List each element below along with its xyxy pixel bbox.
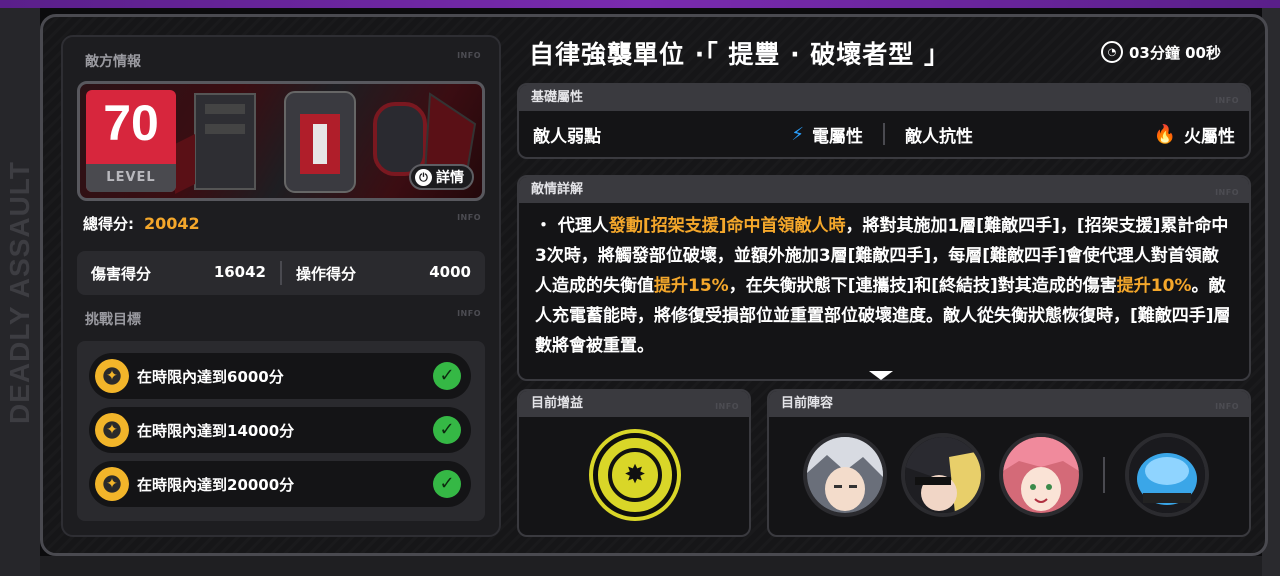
weakness-value: ⚡ 電屬性 <box>791 122 863 147</box>
info-tag: INFO <box>1215 402 1239 411</box>
info-tag: INFO <box>1215 188 1239 197</box>
detail-button[interactable]: ⏻ 詳情 <box>409 164 474 190</box>
fire-icon: 🔥 <box>1153 123 1176 145</box>
resist-label: 敵人抗性 <box>905 126 973 147</box>
details-card[interactable]: 敵情詳解 INFO ・ 代理人發動[招架支援]命中首領敵人時，將對其施加1層[難… <box>517 175 1251 381</box>
bangboo-avatar[interactable] <box>1125 433 1209 517</box>
total-score-value: 20042 <box>144 214 200 233</box>
goal-item: ✦ 在時限內達到20000分 ✓ <box>89 461 471 507</box>
damage-score-label: 傷害得分 <box>91 264 152 283</box>
details-highlight: 提升15% <box>654 276 729 296</box>
resist-text: 火屬性 <box>1184 126 1235 147</box>
electric-icon: ⚡ <box>791 123 804 145</box>
operation-score: 操作得分 4000 <box>282 263 485 284</box>
enemy-info-panel: 敵方情報 INFO 70 LEVEL ⏻ 詳情 INFO 總得分: 20042 … <box>61 35 501 537</box>
buff-emblem-icon[interactable]: ✸ <box>593 433 677 517</box>
details-title: 敵情詳解 <box>531 182 584 197</box>
goal-item: ✦ 在時限內達到6000分 ✓ <box>89 353 471 399</box>
buff-title: 目前增益 <box>531 396 584 411</box>
goal-medal-icon: ✦ <box>95 467 129 501</box>
check-icon: ✓ <box>433 470 461 498</box>
main-frame: 敵方情報 INFO 70 LEVEL ⏻ 詳情 INFO 總得分: 20042 … <box>40 14 1268 556</box>
operation-score-value: 4000 <box>429 262 471 281</box>
challenge-goals: ✦ 在時限內達到6000分 ✓ ✦ 在時限內達到14000分 ✓ ✦ 在時限內達… <box>77 341 485 521</box>
weakness-text: 電屬性 <box>812 126 863 147</box>
enemy-portrait[interactable]: 70 LEVEL ⏻ 詳情 <box>77 81 485 201</box>
clock-icon: ◔ <box>1101 41 1123 63</box>
score-breakdown: 傷害得分 16042 操作得分 4000 <box>77 251 485 295</box>
expand-arrow-icon[interactable] <box>869 371 893 380</box>
info-tag: INFO <box>715 402 739 411</box>
timer-text: 03分鐘 00秒 <box>1129 43 1221 62</box>
attributes-title: 基礎屬性 <box>531 90 584 105</box>
resist-value: 🔥 火屬性 <box>1154 122 1235 147</box>
enemy-info-title: 敵方情報 <box>85 54 141 70</box>
details-highlight: 提升10% <box>1116 276 1192 296</box>
attributes-row: 敵人弱點 ⚡ 電屬性 敵人抗性 🔥 火屬性 <box>519 111 1249 157</box>
buff-card: 目前增益 INFO ✸ <box>517 389 751 537</box>
info-tag: INFO <box>457 51 481 60</box>
agent-avatar[interactable] <box>803 433 887 517</box>
agent-avatar[interactable] <box>901 433 985 517</box>
level-number: 70 <box>103 95 159 151</box>
weakness-label: 敵人弱點 <box>533 126 601 147</box>
buff-header: 目前增益 INFO <box>519 391 749 417</box>
operation-score-label: 操作得分 <box>296 264 357 283</box>
resistance: 敵人抗性 🔥 火屬性 <box>905 122 1235 147</box>
team-card: 目前陣容 INFO <box>767 389 1251 537</box>
info-tag: INFO <box>457 213 481 222</box>
damage-score-value: 16042 <box>213 262 266 281</box>
details-segment: ，在失衡狀態下[連攜技]和[終結技]對其造成的傷害 <box>728 276 1117 296</box>
total-score: 總得分: 20042 <box>83 213 200 234</box>
details-segment: ・ 代理人 <box>535 216 609 236</box>
timer: ◔ 03分鐘 00秒 <box>1101 41 1221 63</box>
boss-title: 自律強襲單位 ·「 提豐 · 破壞者型 」 <box>529 40 951 69</box>
info-tag: INFO <box>1215 96 1239 105</box>
weakness: 敵人弱點 ⚡ 電屬性 <box>533 122 863 147</box>
goal-text: 在時限內達到14000分 <box>137 421 295 440</box>
challenge-title: 挑戰目標 <box>85 312 141 328</box>
level-label: LEVEL <box>86 164 176 192</box>
detail-button-label: 詳情 <box>436 170 464 186</box>
goal-medal-icon: ✦ <box>95 359 129 393</box>
team-title: 目前陣容 <box>781 396 834 411</box>
team-header: 目前陣容 INFO <box>769 391 1249 417</box>
details-text: ・ 代理人發動[招架支援]命中首領敵人時，將對其施加1層[難敵四手]，[招架支援… <box>519 203 1249 361</box>
level-badge: 70 LEVEL <box>86 90 176 192</box>
agent-avatar[interactable] <box>999 433 1083 517</box>
avatar-art <box>1003 437 1079 513</box>
buff-symbol-icon: ✸ <box>608 448 662 502</box>
side-banner-text: DEADLY ASSAULT <box>4 161 35 425</box>
total-score-label: 總得分: <box>83 215 134 233</box>
details-header: 敵情詳解 INFO <box>519 177 1249 203</box>
bottom-strip <box>40 556 1262 576</box>
attributes-header: 基礎屬性 INFO <box>519 85 1249 111</box>
damage-score: 傷害得分 16042 <box>77 263 280 284</box>
info-tag: INFO <box>457 309 481 318</box>
avatar-art <box>1129 437 1205 513</box>
divider <box>1103 457 1105 493</box>
top-accent-strip <box>0 0 1280 8</box>
attributes-card: 基礎屬性 INFO 敵人弱點 ⚡ 電屬性 敵人抗性 🔥 火屬性 <box>517 83 1251 159</box>
check-icon: ✓ <box>433 416 461 444</box>
power-icon: ⏻ <box>415 168 432 186</box>
goal-medal-icon: ✦ <box>95 413 129 447</box>
details-highlight: 發動[招架支援]命中首領敵人時 <box>608 216 846 236</box>
check-icon: ✓ <box>433 362 461 390</box>
divider <box>883 123 885 145</box>
avatar-art <box>905 437 981 513</box>
side-banner: DEADLY ASSAULT <box>0 8 40 576</box>
goal-text: 在時限內達到6000分 <box>137 367 284 386</box>
avatar-art <box>807 437 883 513</box>
goal-text: 在時限內達到20000分 <box>137 475 295 494</box>
goal-item: ✦ 在時限內達到14000分 ✓ <box>89 407 471 453</box>
